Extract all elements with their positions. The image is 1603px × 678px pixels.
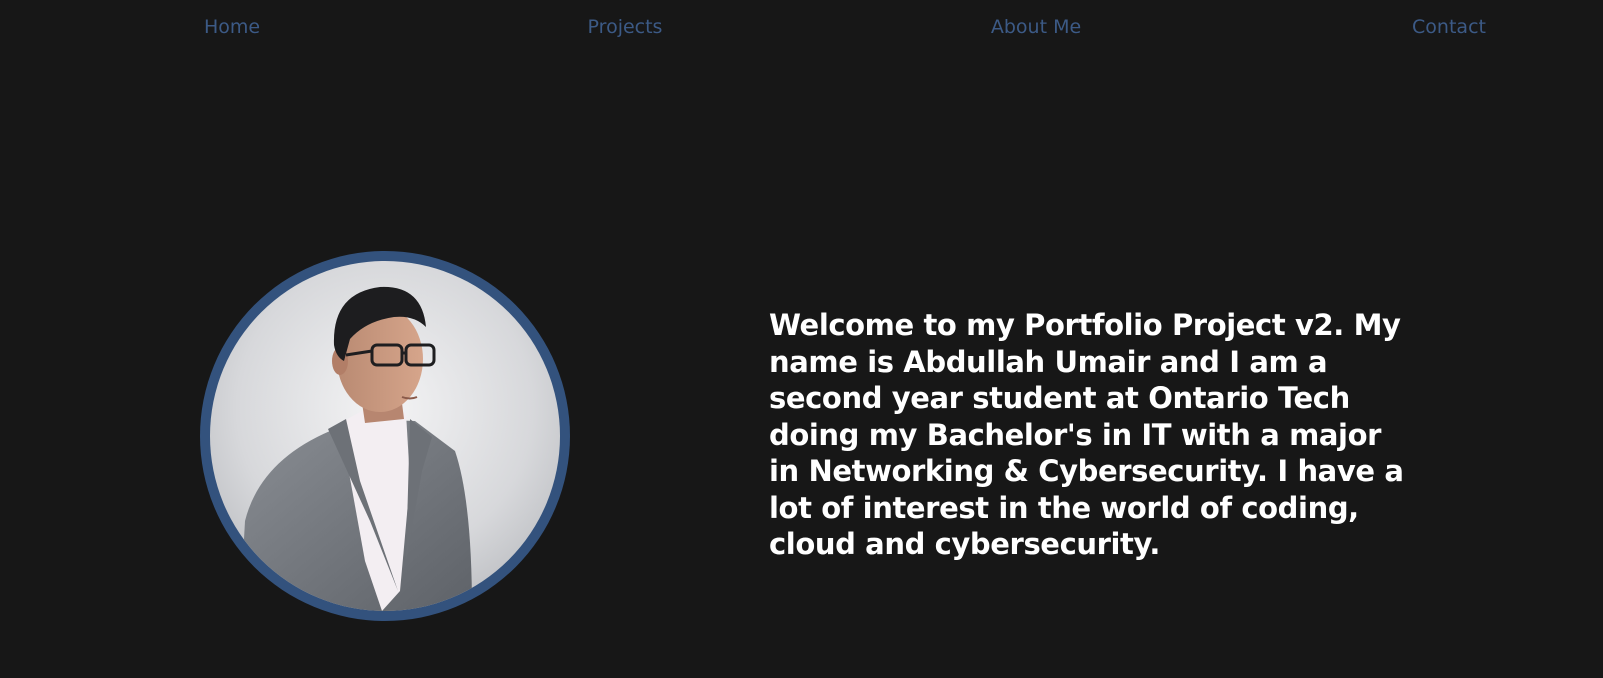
- profile-photo: [200, 251, 570, 621]
- profile-photo-portrait: [210, 261, 560, 611]
- welcome-intro-text: Welcome to my Portfolio Project v2. My n…: [769, 308, 1404, 561]
- top-navigation: Home Projects About Me Contact: [0, 0, 1603, 55]
- nav-about-me-link[interactable]: About Me: [991, 14, 1081, 40]
- nav-home-link[interactable]: Home: [204, 14, 260, 40]
- nav-projects-link[interactable]: Projects: [588, 14, 663, 40]
- nav-contact-link[interactable]: Contact: [1412, 14, 1486, 40]
